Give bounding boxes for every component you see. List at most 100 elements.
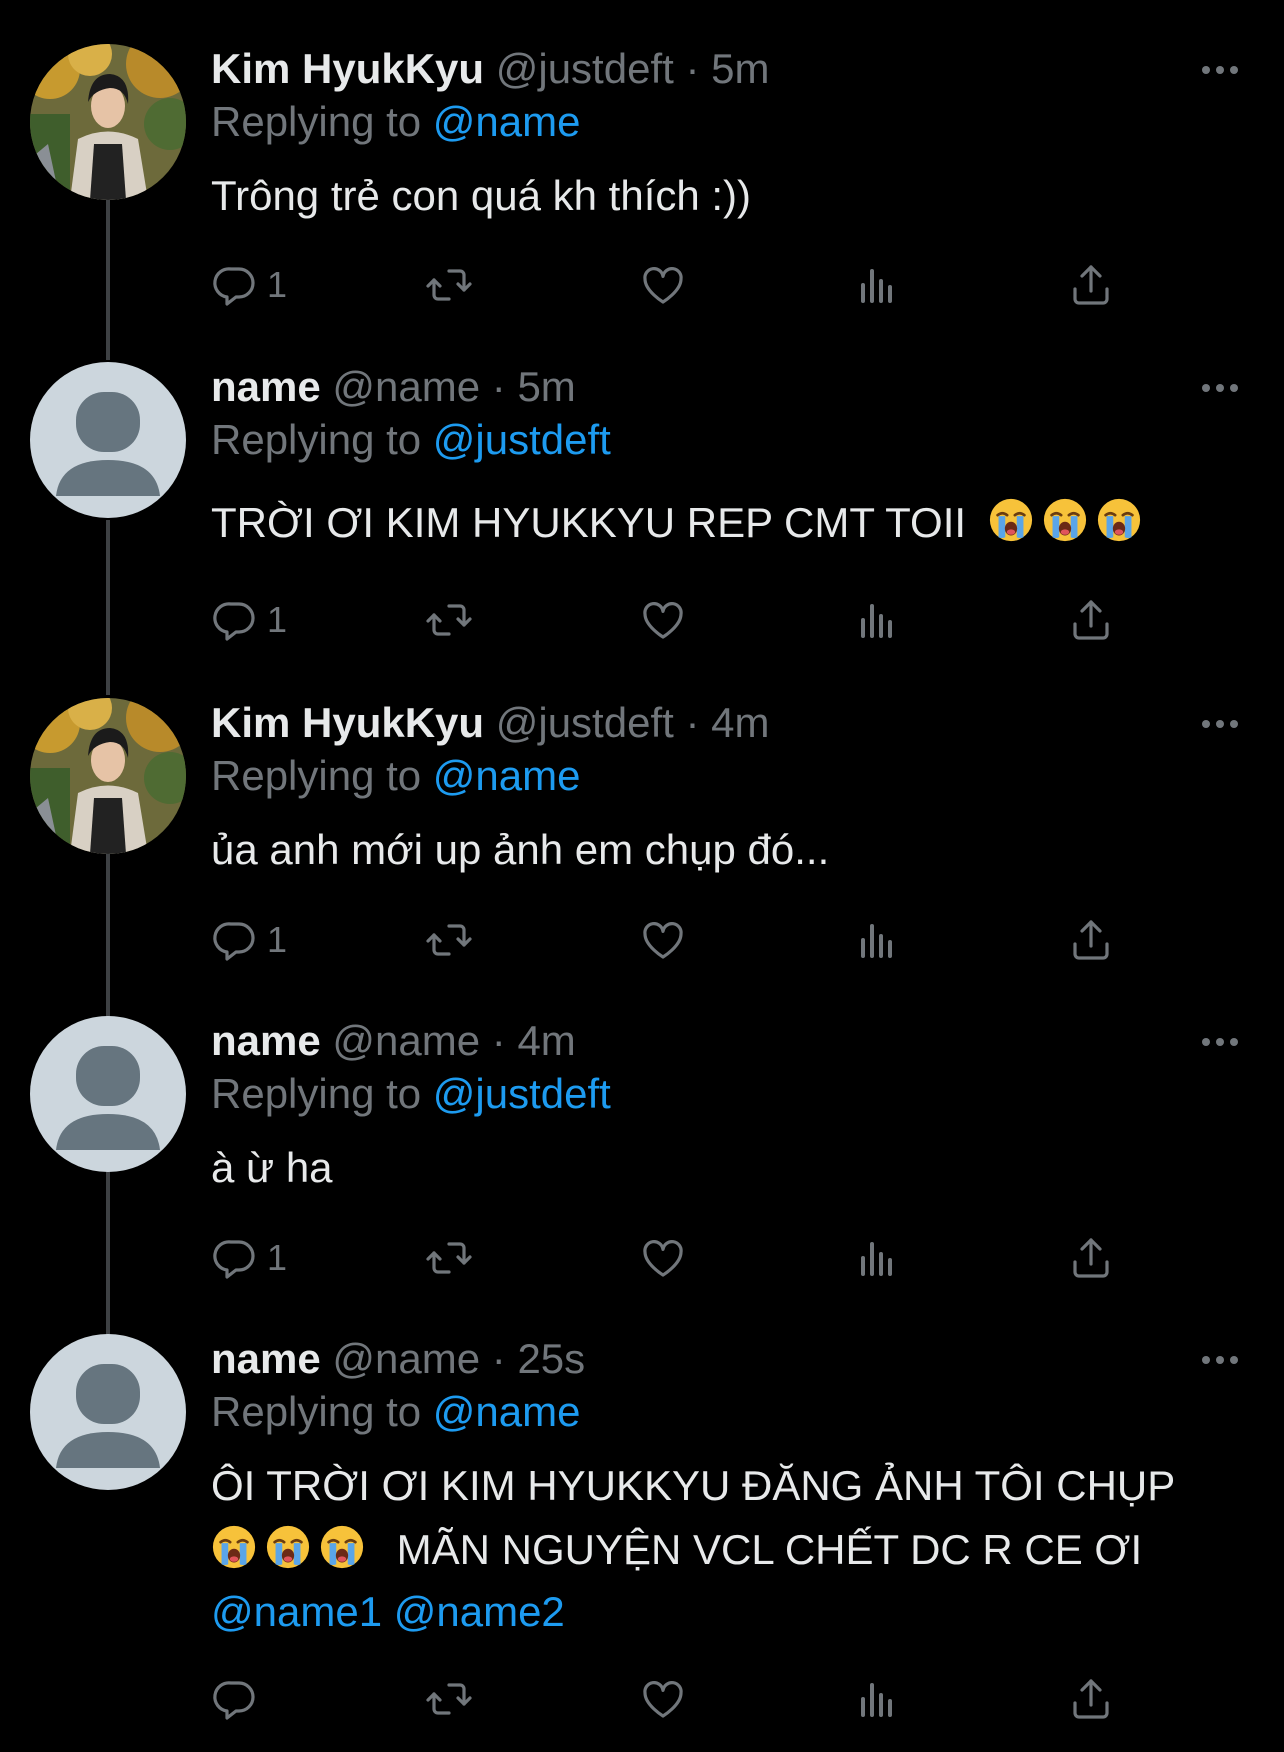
- like-button[interactable]: [639, 590, 687, 650]
- reply-button[interactable]: 1: [211, 590, 287, 650]
- more-icon[interactable]: [1196, 364, 1244, 412]
- user-handle[interactable]: @name: [332, 1335, 480, 1382]
- views-button[interactable]: [853, 255, 901, 315]
- tweet-header: name @name · 4m: [211, 1012, 576, 1070]
- separator-dot: ·: [685, 45, 700, 92]
- reply-icon: [211, 1234, 259, 1282]
- retweet-icon: [425, 1675, 473, 1723]
- timestamp[interactable]: 25s: [517, 1335, 585, 1382]
- retweet-icon: [425, 596, 473, 644]
- tweet-actions: 1: [211, 1228, 1151, 1288]
- replying-to: Replying to @name: [211, 94, 581, 150]
- crying-emoji-icon: [319, 1524, 365, 1570]
- like-button[interactable]: [639, 910, 687, 970]
- display-name[interactable]: name: [211, 1017, 321, 1064]
- timestamp[interactable]: 4m: [711, 699, 769, 746]
- user-handle[interactable]: @name: [332, 363, 480, 410]
- more-icon[interactable]: [1196, 1018, 1244, 1066]
- user-handle[interactable]: @justdeft: [496, 699, 674, 746]
- tweet[interactable]: name @name · 4m Replying to @justdeft à …: [0, 1012, 1284, 1312]
- crying-emoji-icon: [265, 1524, 311, 1570]
- mention-link[interactable]: @name: [433, 98, 581, 145]
- heart-icon: [639, 1675, 687, 1723]
- share-button[interactable]: [1067, 1669, 1115, 1729]
- views-button[interactable]: [853, 910, 901, 970]
- mentions-row: @name1 @name2: [211, 1580, 565, 1644]
- mention-link[interactable]: @justdeft: [433, 1070, 611, 1117]
- share-button[interactable]: [1067, 590, 1115, 650]
- display-name[interactable]: name: [211, 363, 321, 410]
- display-name[interactable]: Kim HyukKyu: [211, 699, 484, 746]
- views-button[interactable]: [853, 1228, 901, 1288]
- display-name[interactable]: name: [211, 1335, 321, 1382]
- like-button[interactable]: [639, 1669, 687, 1729]
- avatar[interactable]: [30, 362, 186, 518]
- avatar[interactable]: [30, 698, 186, 854]
- more-icon[interactable]: [1196, 1336, 1244, 1384]
- reply-button[interactable]: 1: [211, 910, 287, 970]
- like-button[interactable]: [639, 1228, 687, 1288]
- replying-label: Replying to: [211, 1388, 422, 1435]
- retweet-button[interactable]: [425, 255, 473, 315]
- share-button[interactable]: [1067, 1228, 1115, 1288]
- reply-button[interactable]: 1: [211, 255, 287, 315]
- tweet[interactable]: name @name · 25s Replying to @name ÔI TR…: [0, 1330, 1284, 1740]
- like-button[interactable]: [639, 255, 687, 315]
- views-icon: [853, 596, 901, 644]
- timestamp[interactable]: 5m: [517, 363, 575, 410]
- crying-emoji-icon: [211, 1524, 257, 1570]
- retweet-button[interactable]: [425, 1228, 473, 1288]
- display-name[interactable]: Kim HyukKyu: [211, 45, 484, 92]
- avatar[interactable]: [30, 1016, 186, 1172]
- reply-count: 1: [267, 1237, 288, 1278]
- heart-icon: [639, 1234, 687, 1282]
- replying-label: Replying to: [211, 416, 422, 463]
- timestamp[interactable]: 5m: [711, 45, 769, 92]
- share-icon: [1067, 1234, 1115, 1282]
- timestamp[interactable]: 4m: [517, 1017, 575, 1064]
- avatar[interactable]: [30, 1334, 186, 1490]
- avatar[interactable]: [30, 44, 186, 200]
- retweet-button[interactable]: [425, 910, 473, 970]
- share-icon: [1067, 916, 1115, 964]
- mention-link[interactable]: @name: [433, 1388, 581, 1435]
- mention-link[interactable]: @justdeft: [433, 416, 611, 463]
- mention-link[interactable]: @name: [433, 752, 581, 799]
- tweet-header: name @name · 25s: [211, 1330, 585, 1388]
- tweet-actions: [211, 1669, 1151, 1729]
- tweet-header: Kim HyukKyu @justdeft · 4m: [211, 694, 770, 752]
- replying-to: Replying to @name: [211, 748, 581, 804]
- retweet-button[interactable]: [425, 590, 473, 650]
- tweet-text: TRỜI ƠI KIM HYUKKYU REP CMT TOII: [211, 499, 967, 546]
- views-button[interactable]: [853, 1669, 901, 1729]
- heart-icon: [639, 261, 687, 309]
- retweet-icon: [425, 1234, 473, 1282]
- share-button[interactable]: [1067, 910, 1115, 970]
- separator-dot: ·: [491, 1017, 506, 1064]
- share-icon: [1067, 1675, 1115, 1723]
- mention-link[interactable]: @name2: [394, 1588, 565, 1635]
- tweet[interactable]: Kim HyukKyu @justdeft · 4m Replying to @…: [0, 694, 1284, 994]
- tweet[interactable]: Kim HyukKyu @justdeft · 5m Replying to @…: [0, 40, 1284, 340]
- tweet-text-line2-row: MÃN NGUYỆN VCL CHẾT DC R CE ƠI: [211, 1518, 1142, 1582]
- reply-button[interactable]: 1: [211, 1228, 287, 1288]
- separator-dot: ·: [685, 699, 700, 746]
- tweet-header: name @name · 5m: [211, 358, 576, 416]
- user-handle[interactable]: @justdeft: [496, 45, 674, 92]
- user-handle[interactable]: @name: [332, 1017, 480, 1064]
- more-icon[interactable]: [1196, 700, 1244, 748]
- share-icon: [1067, 261, 1115, 309]
- separator-dot: ·: [491, 363, 506, 410]
- tweet[interactable]: name @name · 5m Replying to @justdeft TR…: [0, 358, 1284, 658]
- replying-label: Replying to: [211, 1070, 422, 1117]
- views-button[interactable]: [853, 590, 901, 650]
- more-icon[interactable]: [1196, 46, 1244, 94]
- mention-link[interactable]: @name1: [211, 1588, 382, 1635]
- reply-button[interactable]: [211, 1669, 267, 1729]
- share-button[interactable]: [1067, 255, 1115, 315]
- share-icon: [1067, 596, 1115, 644]
- replying-label: Replying to: [211, 752, 422, 799]
- views-icon: [853, 1675, 901, 1723]
- tweet-text: à ừ ha: [211, 1144, 333, 1191]
- retweet-button[interactable]: [425, 1669, 473, 1729]
